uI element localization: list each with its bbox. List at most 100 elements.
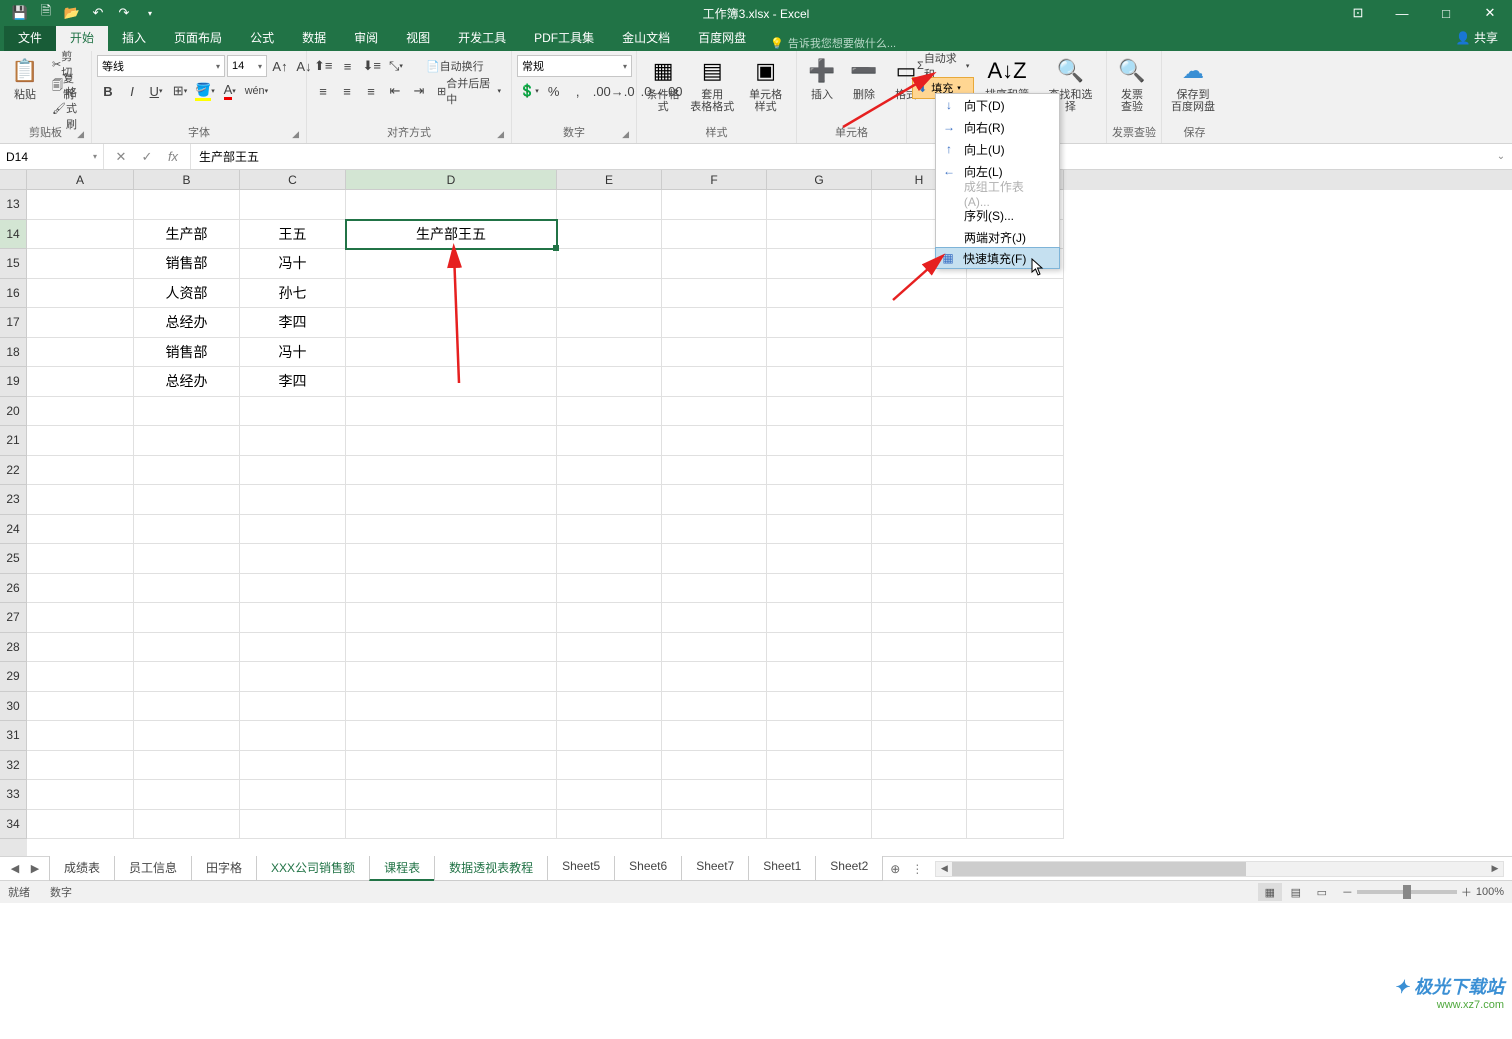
view-normal-icon[interactable]: ▦ [1258, 883, 1282, 901]
zoom-level[interactable]: 100% [1476, 886, 1504, 898]
sheet-tab[interactable]: 田字格 [191, 856, 257, 881]
cell[interactable] [767, 456, 872, 486]
font-color-button[interactable]: A▾ [219, 80, 241, 102]
cells-area[interactable]: 生产部王五生产部王五销售部冯十人资部孙七总经办李四销售部冯十总经办李四 [27, 190, 1512, 856]
row-header[interactable]: 24 [0, 515, 27, 545]
cell[interactable] [346, 279, 557, 309]
row-header[interactable]: 21 [0, 426, 27, 456]
cell[interactable] [662, 603, 767, 633]
select-all-corner[interactable] [0, 170, 27, 190]
fill-menu-item[interactable]: ↑向上(U) [936, 138, 1059, 160]
cell[interactable] [134, 810, 240, 840]
cell[interactable] [872, 279, 967, 309]
col-header[interactable]: F [662, 170, 767, 190]
cell[interactable] [557, 249, 662, 279]
cell[interactable] [346, 190, 557, 220]
cell[interactable]: 王五 [240, 220, 346, 250]
sheet-tab[interactable]: Sheet7 [681, 856, 749, 881]
cell[interactable] [967, 279, 1064, 309]
cell[interactable] [27, 456, 134, 486]
cell[interactable] [134, 751, 240, 781]
cell[interactable] [967, 751, 1064, 781]
cell[interactable] [767, 662, 872, 692]
paste-button[interactable]: 📋 粘贴 [5, 53, 45, 103]
sheet-tab[interactable]: 数据透视表教程 [434, 856, 548, 881]
cell[interactable] [240, 780, 346, 810]
sheet-tab[interactable]: Sheet6 [614, 856, 682, 881]
cell[interactable] [134, 721, 240, 751]
cell[interactable] [967, 308, 1064, 338]
cell[interactable] [872, 574, 967, 604]
phonetic-button[interactable]: wén▾ [243, 80, 270, 102]
undo-icon[interactable]: ↶ [86, 2, 110, 24]
cell[interactable] [967, 367, 1064, 397]
sheet-tab[interactable]: Sheet1 [748, 856, 816, 881]
cell[interactable] [27, 367, 134, 397]
percent-icon[interactable]: % [543, 80, 565, 102]
cell[interactable] [557, 574, 662, 604]
cell[interactable] [27, 397, 134, 427]
qat-more-icon[interactable]: ▾ [138, 2, 162, 24]
cell[interactable] [346, 721, 557, 751]
cell[interactable] [967, 338, 1064, 368]
merge-button[interactable]: ⊞ 合并后居中▾ [432, 80, 506, 102]
cell[interactable] [662, 485, 767, 515]
cell[interactable] [346, 397, 557, 427]
cell[interactable] [346, 544, 557, 574]
cell[interactable] [662, 721, 767, 751]
scroll-left-icon[interactable]: ◀ [936, 862, 952, 876]
cell[interactable] [27, 633, 134, 663]
cell[interactable] [134, 190, 240, 220]
cell[interactable] [557, 485, 662, 515]
cell[interactable]: 人资部 [134, 279, 240, 309]
cell[interactable] [557, 633, 662, 663]
minimize-icon[interactable]: ― [1380, 0, 1424, 26]
cell[interactable] [240, 456, 346, 486]
cell[interactable] [557, 426, 662, 456]
cell[interactable] [872, 810, 967, 840]
cell[interactable] [872, 603, 967, 633]
format-table-button[interactable]: ▤套用 表格格式 [686, 53, 738, 115]
cell[interactable] [346, 338, 557, 368]
cell[interactable] [872, 397, 967, 427]
cell[interactable] [346, 810, 557, 840]
row-header[interactable]: 16 [0, 279, 27, 309]
font-name-combo[interactable]: 等线▾ [97, 55, 225, 77]
cell[interactable] [662, 249, 767, 279]
cell[interactable] [240, 662, 346, 692]
enter-icon[interactable]: ✓ [135, 146, 159, 168]
tab-插入[interactable]: 插入 [108, 24, 160, 51]
cell[interactable]: 李四 [240, 308, 346, 338]
cell[interactable] [767, 751, 872, 781]
cancel-icon[interactable]: ✕ [109, 146, 133, 168]
cell[interactable] [27, 780, 134, 810]
cell[interactable] [240, 633, 346, 663]
cell[interactable] [872, 633, 967, 663]
cell[interactable] [27, 662, 134, 692]
align-bottom-icon[interactable]: ⬇≡ [360, 55, 382, 77]
cell[interactable] [662, 810, 767, 840]
delete-button[interactable]: ➖删除 [844, 53, 884, 103]
cell[interactable] [767, 780, 872, 810]
cell[interactable]: 销售部 [134, 338, 240, 368]
col-header[interactable]: E [557, 170, 662, 190]
cell[interactable] [557, 515, 662, 545]
accounting-icon[interactable]: 💲▾ [517, 80, 541, 102]
dialog-launcher-icon[interactable]: ◢ [622, 129, 629, 140]
cell[interactable] [767, 515, 872, 545]
cell[interactable]: 冯十 [240, 338, 346, 368]
cell[interactable] [346, 426, 557, 456]
share-button[interactable]: 👤 共享 [1442, 24, 1512, 51]
bold-button[interactable]: B [97, 80, 119, 102]
cell[interactable] [557, 810, 662, 840]
cell[interactable] [346, 662, 557, 692]
cell[interactable] [240, 515, 346, 545]
cell[interactable] [557, 308, 662, 338]
cell[interactable] [767, 692, 872, 722]
tab-视图[interactable]: 视图 [392, 24, 444, 51]
cell[interactable] [767, 249, 872, 279]
cell[interactable] [662, 338, 767, 368]
cell[interactable] [27, 485, 134, 515]
cell[interactable] [662, 190, 767, 220]
comma-icon[interactable]: , [567, 80, 589, 102]
